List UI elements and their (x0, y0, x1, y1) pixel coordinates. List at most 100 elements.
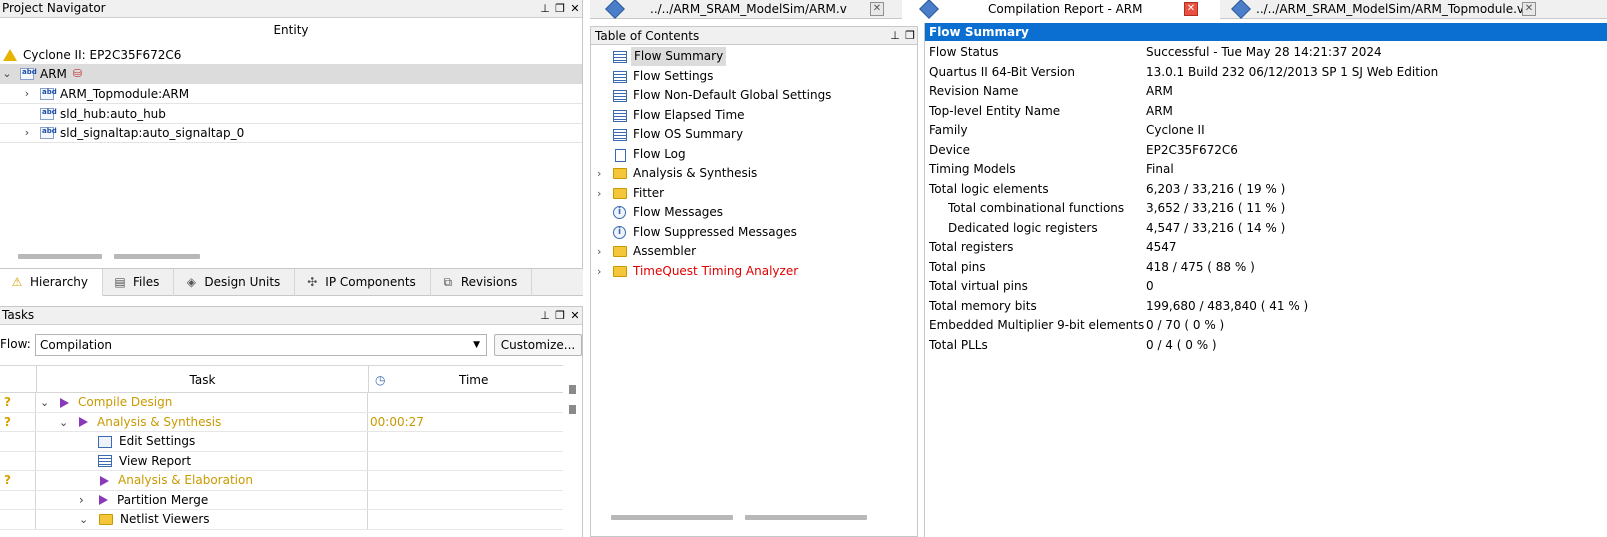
summary-key: Family (929, 123, 968, 137)
chevron-down-icon[interactable]: ⌄ (40, 393, 56, 412)
toc-item-assembler[interactable]: › Assembler (591, 242, 917, 262)
horizontal-scrollbar[interactable] (114, 254, 200, 259)
summary-row[interactable]: Total registers 4547 (925, 238, 1607, 258)
doc-tab-arm-topmodule-v[interactable]: ../../ARM_SRAM_ModelSim/ARM_Topmodule.v … (1222, 0, 1607, 19)
float-icon[interactable]: ❐ (905, 30, 915, 42)
summary-row[interactable]: Dedicated logic registers 4,547 / 33,216 … (925, 219, 1607, 239)
chevron-right-icon[interactable]: › (20, 123, 34, 143)
summary-row[interactable]: Timing Models Final (925, 160, 1607, 180)
verilog-file-icon (605, 0, 625, 19)
chevron-right-icon[interactable]: › (597, 164, 601, 183)
toc-item-flow-non-default[interactable]: Flow Non-Default Global Settings (591, 86, 917, 106)
table-icon (613, 109, 627, 122)
summary-row[interactable]: Flow Status Successful - Tue May 28 14:21… (925, 43, 1607, 63)
chevron-right-icon[interactable]: › (597, 242, 601, 261)
tree-item-arm-topmodule[interactable]: › abd ARM_Topmodule:ARM (0, 84, 582, 104)
summary-row[interactable]: Embedded Multiplier 9-bit elements 0 / 70… (925, 316, 1607, 336)
close-icon[interactable]: ✕ (570, 3, 580, 15)
revisions-icon: ⧉ (443, 275, 453, 289)
summary-row[interactable]: Total memory bits 199,680 / 483,840 ( 41 … (925, 297, 1607, 317)
time-column-header[interactable]: ◷ Time (368, 366, 563, 393)
chevron-right-icon[interactable]: › (79, 491, 95, 510)
summary-row[interactable]: Device EP2C35F672C6 (925, 141, 1607, 161)
pin-icon[interactable]: ⊥ (540, 310, 550, 322)
toc-item-label: Fitter (633, 185, 665, 200)
vertical-scrollbar[interactable] (569, 385, 576, 394)
question-icon: ? (4, 395, 11, 409)
tab-ip-components[interactable]: ✣ IP Components (295, 269, 431, 296)
tab-files[interactable]: ▤ Files (103, 269, 175, 296)
summary-row[interactable]: Quartus II 64-Bit Version 13.0.1 Build 23… (925, 63, 1607, 83)
toc-item-timequest[interactable]: › TimeQuest Timing Analyzer (591, 262, 917, 282)
tree-item-arm[interactable]: ⌄ abd ARM ⛁ (0, 64, 582, 84)
summary-row[interactable]: Family Cyclone II (925, 121, 1607, 141)
summary-row[interactable]: Total virtual pins 0 (925, 277, 1607, 297)
chevron-down-icon[interactable]: ⌄ (79, 510, 95, 529)
run-icon[interactable] (99, 495, 108, 505)
summary-row[interactable]: Revision Name ARM (925, 82, 1607, 102)
toc-item-flow-settings[interactable]: Flow Settings (591, 67, 917, 87)
float-icon[interactable]: ❐ (555, 310, 565, 322)
vertical-scrollbar[interactable] (569, 405, 576, 414)
device-row[interactable]: Cyclone II: EP2C35F672C6 (0, 45, 582, 65)
toc-title: Table of Contents (595, 29, 700, 43)
tree-item-sld-hub[interactable]: abd sld_hub:auto_hub (0, 104, 582, 124)
run-icon[interactable] (100, 475, 109, 486)
toc-item-flow-summary[interactable]: Flow Summary (591, 47, 917, 67)
tab-revisions[interactable]: ⧉ Revisions (431, 269, 533, 296)
tree-item-sld-signaltap[interactable]: › abd sld_signaltap:auto_signaltap_0 (0, 123, 582, 143)
folder-icon (613, 168, 627, 179)
summary-value: 13.0.1 Build 232 06/12/2013 SP 1 SJ Web … (1146, 64, 1439, 79)
task-row[interactable]: View Report (0, 451, 563, 471)
summary-row[interactable]: Total combinational functions 3,652 / 33,… (925, 199, 1607, 219)
summary-value: Successful - Tue May 28 14:21:37 2024 (1146, 45, 1382, 59)
task-row[interactable]: ? Analysis & Elaboration (0, 471, 563, 491)
entity-icon: abd (20, 68, 37, 80)
chevron-down-icon[interactable]: ⌄ (0, 64, 14, 84)
chevron-right-icon[interactable]: › (597, 262, 601, 281)
toc-item-flow-elapsed-time[interactable]: Flow Elapsed Time (591, 106, 917, 126)
close-tab-icon[interactable]: ✕ (1522, 2, 1536, 16)
task-row[interactable]: › Partition Merge (0, 490, 563, 510)
tab-design-units[interactable]: ◈ Design Units (174, 269, 296, 296)
task-row[interactable]: ⌄ Netlist Viewers (0, 510, 563, 530)
toc-item-flow-suppressed-messages[interactable]: i Flow Suppressed Messages (591, 223, 917, 243)
chevron-right-icon[interactable]: › (597, 184, 601, 203)
toc-item-flow-os-summary[interactable]: Flow OS Summary (591, 125, 917, 145)
task-row[interactable]: ? ⌄ Compile Design (0, 393, 563, 413)
toc-item-fitter[interactable]: › Fitter (591, 184, 917, 204)
close-tab-icon[interactable]: ✕ (1184, 2, 1198, 16)
horizontal-scrollbar[interactable] (611, 515, 733, 520)
summary-row[interactable]: Total PLLs 0 / 4 ( 0 % ) (925, 336, 1607, 356)
customize-button[interactable]: Customize... (494, 334, 582, 356)
chevron-right-icon[interactable]: › (20, 84, 34, 104)
toc-item-flow-log[interactable]: Flow Log (591, 145, 917, 165)
horizontal-scrollbar[interactable] (18, 254, 102, 259)
close-icon[interactable]: ✕ (570, 310, 580, 322)
entity-column-header[interactable]: Entity (0, 23, 582, 43)
run-icon[interactable] (79, 417, 88, 427)
toc-item-analysis-synthesis[interactable]: › Analysis & Synthesis (591, 164, 917, 184)
chevron-down-icon[interactable]: ⌄ (59, 413, 75, 432)
pin-icon[interactable]: ⊥ (540, 3, 550, 15)
run-icon[interactable] (60, 397, 69, 408)
flow-select[interactable]: Compilation ▼ (35, 334, 487, 356)
tab-hierarchy[interactable]: ⚠ Hierarchy (0, 269, 104, 296)
task-column-header[interactable]: Task (36, 366, 368, 393)
toc-item-flow-messages[interactable]: i Flow Messages (591, 203, 917, 223)
horizontal-scrollbar[interactable] (745, 515, 867, 520)
doc-tab-compilation-report[interactable]: Compilation Report - ARM ✕ (902, 0, 1220, 19)
task-row[interactable]: ? ⌄ Analysis & Synthesis 00:00:27 (0, 412, 563, 432)
task-row[interactable]: Edit Settings (0, 432, 563, 452)
summary-row[interactable]: Total logic elements 6,203 / 33,216 ( 19 … (925, 180, 1607, 200)
info-icon: i (613, 206, 626, 219)
summary-key: Total PLLs (929, 337, 988, 352)
summary-value: 4547 (1146, 240, 1177, 254)
summary-row[interactable]: Total pins 418 / 475 ( 88 % ) (925, 258, 1607, 278)
float-icon[interactable]: ❐ (555, 3, 565, 15)
summary-row[interactable]: Top-level Entity Name ARM (925, 102, 1607, 122)
close-tab-icon[interactable]: ✕ (870, 2, 884, 16)
toc-header: Table of Contents ⊥ ❐ (591, 27, 917, 45)
doc-tab-arm-v[interactable]: ../../ARM_SRAM_ModelSim/ARM.v ✕ (590, 0, 900, 19)
pin-icon[interactable]: ⊥ (890, 30, 900, 42)
